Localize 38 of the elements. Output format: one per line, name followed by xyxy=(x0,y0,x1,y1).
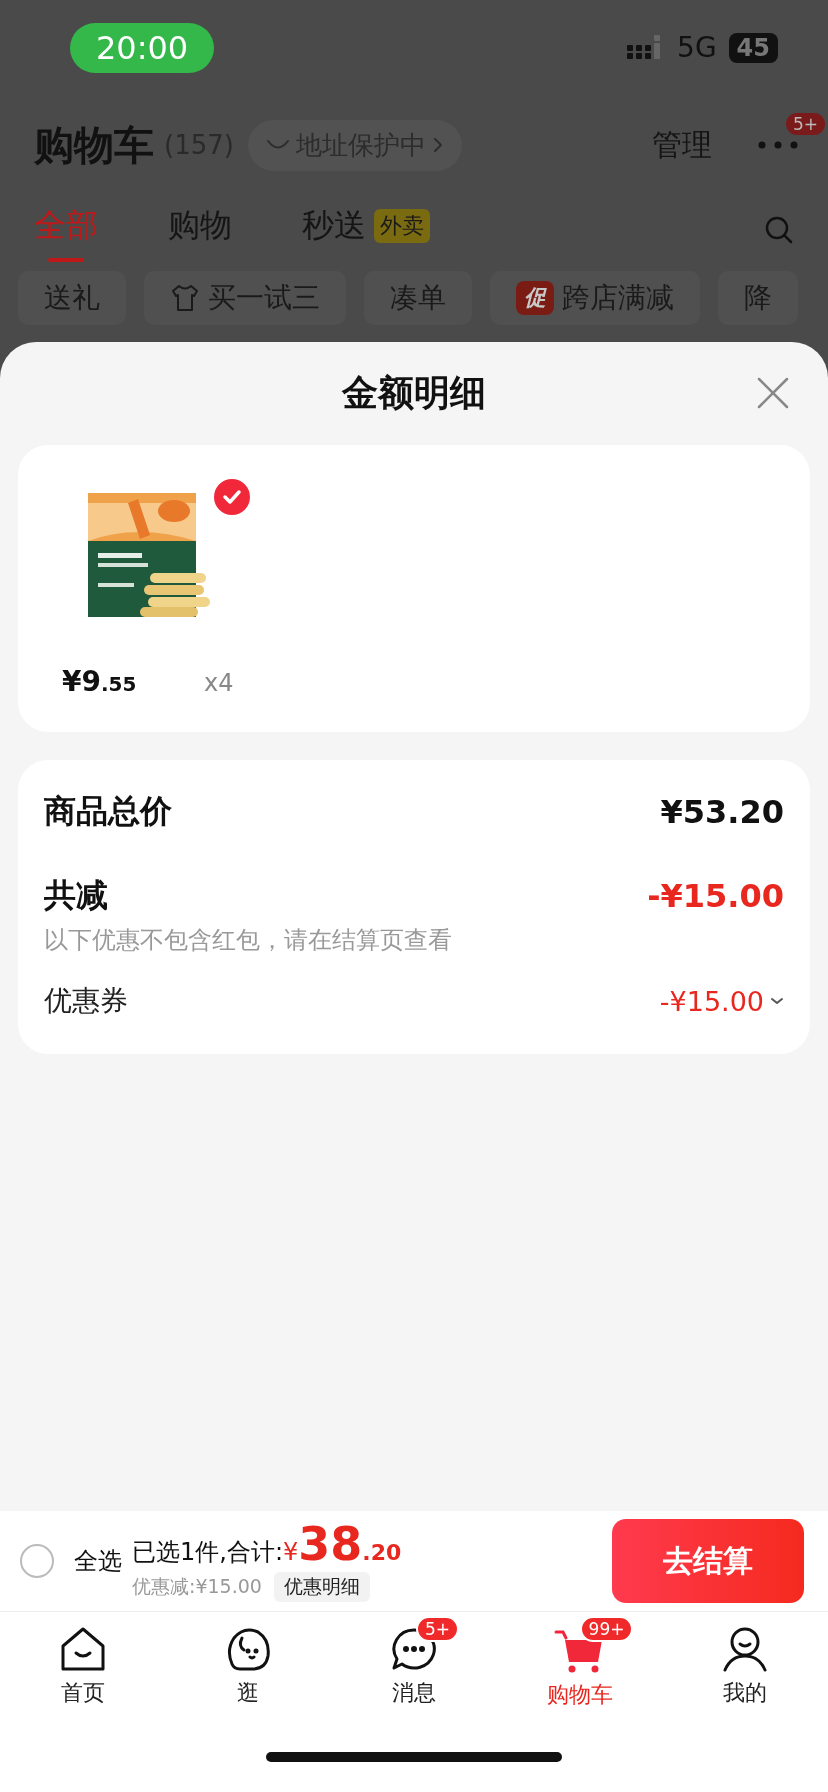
product-checkbox[interactable] xyxy=(214,479,250,515)
promo-tag: 促 xyxy=(516,281,554,315)
nav-item[interactable]: 逛 xyxy=(165,1612,332,1730)
status-time: 20:00 xyxy=(70,22,215,73)
check-icon xyxy=(222,489,242,505)
nav-item[interactable]: 99+ 购物车 xyxy=(496,1612,663,1730)
chevron-right-icon xyxy=(431,136,444,154)
notification-badge: 99+ xyxy=(579,1616,634,1642)
total-amount: ¥38.20 xyxy=(283,1520,402,1567)
search-icon[interactable] xyxy=(764,215,794,245)
network-label: 5G xyxy=(677,31,717,64)
coupon-label: 优惠券 xyxy=(44,983,128,1019)
discount-text: 优惠减:¥15.00 xyxy=(132,1573,262,1599)
shirt-icon xyxy=(170,283,200,313)
product-price: ¥9.55 xyxy=(62,665,138,698)
nav-item[interactable]: 首页 xyxy=(0,1612,166,1730)
chevron-down-icon xyxy=(770,996,784,1006)
checkout-button[interactable]: 去结算 xyxy=(612,1519,804,1603)
coupon-value[interactable]: -¥15.00 xyxy=(659,985,784,1017)
select-all-radio[interactable] xyxy=(20,1544,54,1578)
product-quantity: x4 xyxy=(204,669,234,697)
reduction-note: 以下优惠不包含红包，请在结算页查看 xyxy=(44,925,453,956)
selected-summary: 已选1件,合计: xyxy=(132,1536,283,1568)
nav-item[interactable]: 5+ 消息 xyxy=(331,1612,497,1730)
total-label: 商品总价 xyxy=(44,791,172,832)
reduction-value: -¥15.00 xyxy=(647,877,784,915)
sheet-title: 金额明细 xyxy=(342,371,486,415)
notification-badge: 5+ xyxy=(784,111,828,137)
nav-item[interactable]: 我的 xyxy=(662,1612,828,1730)
battery-level: 45 xyxy=(728,32,778,63)
select-all-label: 全选 xyxy=(74,1546,122,1577)
notification-badge: 5+ xyxy=(416,1616,460,1642)
more-icon[interactable] xyxy=(758,141,798,149)
delivery-tag: 外卖 xyxy=(374,209,430,243)
discount-detail-button[interactable]: 优惠明细 xyxy=(273,1571,370,1602)
total-value: ¥53.20 xyxy=(660,793,784,831)
page-title: 购物车 xyxy=(34,120,154,170)
reduction-label: 共减 xyxy=(44,875,108,916)
